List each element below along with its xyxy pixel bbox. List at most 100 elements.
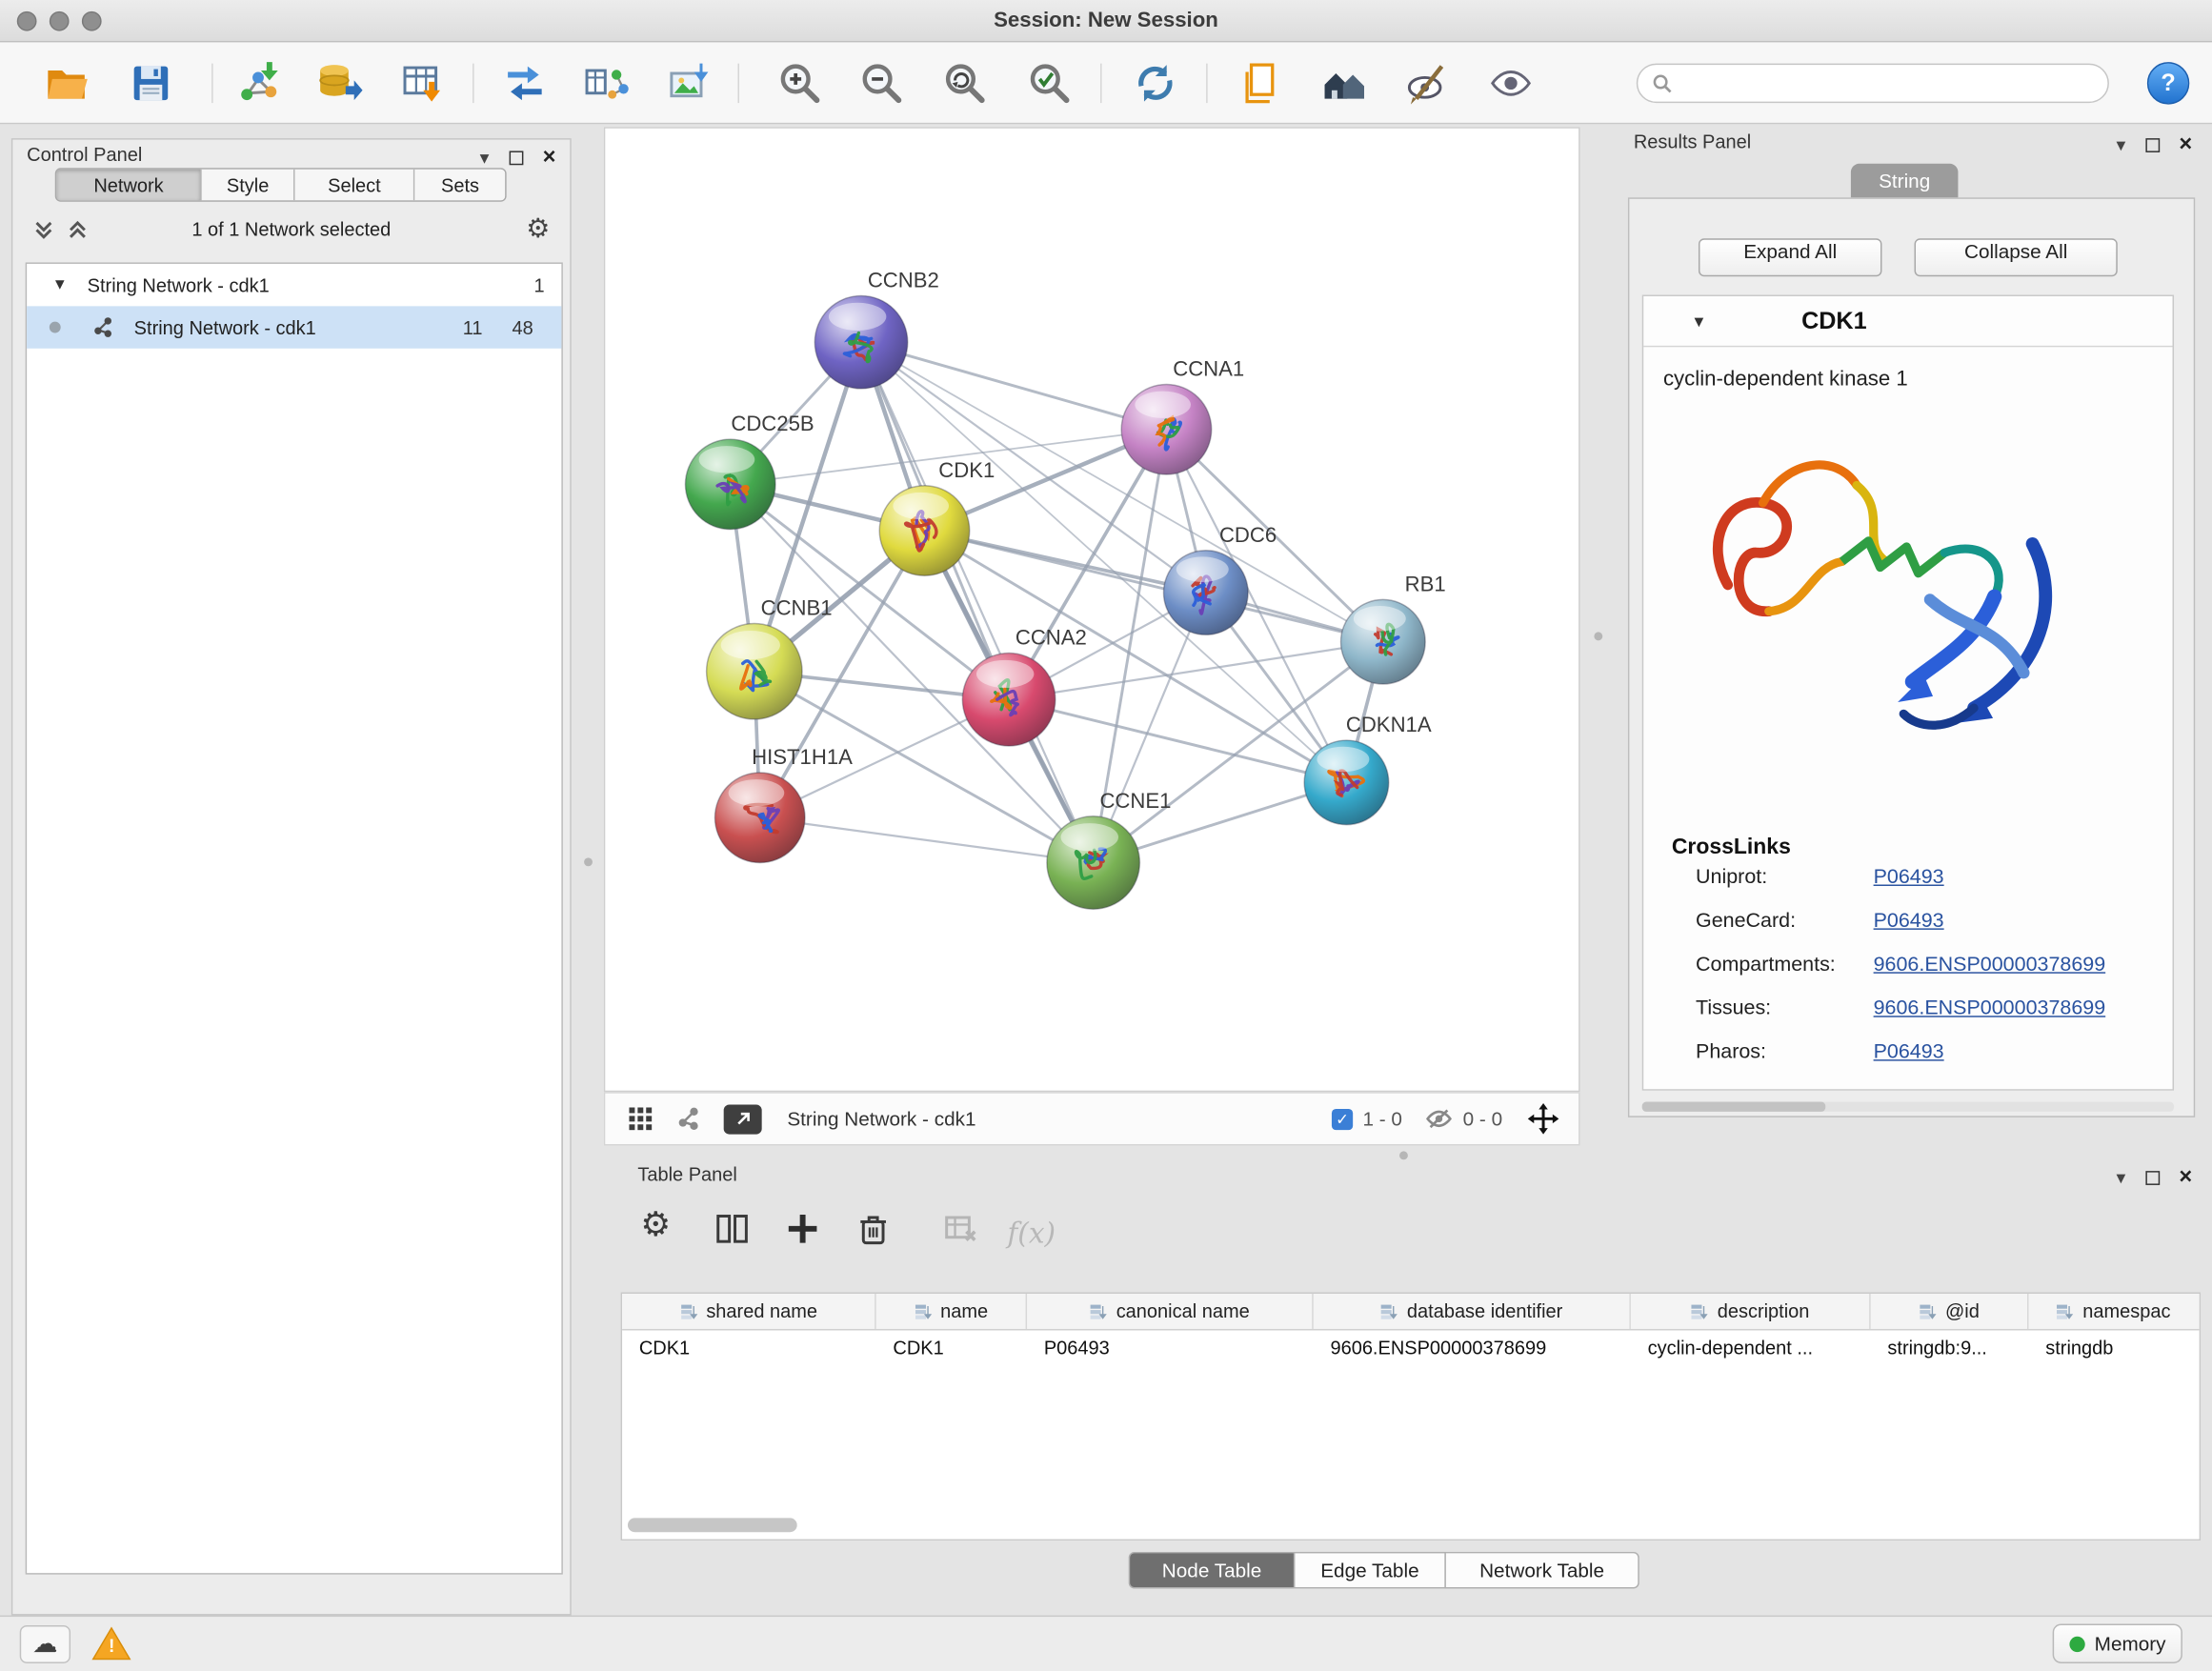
horizontal-scrollbar[interactable] <box>628 1518 797 1532</box>
hidden-items-eye-icon[interactable] <box>1425 1105 1454 1134</box>
table-options-gear-icon[interactable]: ⚙ <box>640 1205 682 1247</box>
zoom-selected-icon[interactable] <box>1026 59 1074 107</box>
open-external-icon[interactable] <box>724 1104 762 1134</box>
show-columns-icon[interactable] <box>714 1211 755 1253</box>
delete-column-icon[interactable] <box>855 1211 896 1253</box>
float-panel-icon[interactable] <box>2145 138 2160 152</box>
network-node[interactable]: CCNB1 <box>707 596 833 719</box>
crosslink-link[interactable]: P06493 <box>1874 1041 1944 1064</box>
column-header[interactable]: database identifier <box>1314 1294 1631 1329</box>
network-node[interactable]: HIST1H1A <box>714 745 853 862</box>
selected-items-checkbox[interactable]: ✓ <box>1332 1108 1353 1129</box>
window-title: Session: New Session <box>0 0 2212 42</box>
birds-eye-view-icon[interactable] <box>1320 59 1368 107</box>
column-header[interactable]: shared name <box>622 1294 876 1329</box>
gene-detail-card: ▾ CDK1 cyclin-dependent kinase 1 <box>1642 295 2174 1091</box>
crosslink-label: Tissues: <box>1696 997 1771 1020</box>
add-column-icon[interactable] <box>784 1211 826 1253</box>
close-panel-icon[interactable]: × <box>543 151 556 165</box>
import-network-database-icon[interactable] <box>314 59 362 107</box>
crosslink-label: Uniprot: <box>1696 866 1767 889</box>
network-node[interactable]: CCNA1 <box>1121 357 1244 474</box>
float-panel-icon[interactable] <box>2145 1171 2160 1185</box>
collapse-panel-icon[interactable]: ▾ <box>2116 1167 2125 1190</box>
crosslink-link[interactable]: 9606.ENSP00000378699 <box>1874 997 2106 1020</box>
memory-status-dot <box>2069 1636 2084 1651</box>
pan-crosshair-icon[interactable] <box>1528 1103 1559 1135</box>
tab-select[interactable]: Select <box>294 170 415 201</box>
network-node[interactable]: CCNB2 <box>814 269 939 389</box>
splitter-handle[interactable] <box>1594 632 1602 640</box>
column-header[interactable]: canonical name <box>1027 1294 1314 1329</box>
float-panel-icon[interactable] <box>509 151 523 165</box>
gene-name: CDK1 <box>1801 308 1867 336</box>
gene-collapse-icon[interactable]: ▾ <box>1695 311 1704 333</box>
copy-document-icon[interactable] <box>1236 59 1283 107</box>
protein-structure-image <box>1678 409 2101 790</box>
network-node[interactable]: RB1 <box>1341 573 1446 684</box>
help-icon[interactable]: ? <box>2147 62 2189 104</box>
tab-network-table[interactable]: Network Table <box>1444 1552 1639 1589</box>
hide-graphics-details-icon[interactable] <box>1403 59 1451 107</box>
control-panel-tabs: Network Style Select Sets <box>55 168 507 202</box>
network-edge[interactable] <box>1009 642 1383 700</box>
network-node[interactable]: CDC6 <box>1163 523 1277 634</box>
grid-view-icon[interactable] <box>628 1106 654 1132</box>
transfer-network-icon[interactable] <box>501 59 549 107</box>
memory-label: Memory <box>2095 1632 2166 1655</box>
network-row-selected[interactable]: String Network - cdk1 11 48 <box>27 306 561 348</box>
tab-node-table[interactable]: Node Table <box>1129 1552 1296 1589</box>
splitter-handle[interactable] <box>1399 1151 1408 1159</box>
memory-button[interactable]: Memory <box>2053 1623 2182 1662</box>
splitter-handle[interactable] <box>584 857 593 866</box>
import-table-icon[interactable] <box>399 59 447 107</box>
network-node[interactable]: CDKN1A <box>1304 713 1432 824</box>
network-node[interactable]: CDK1 <box>879 458 995 575</box>
export-image-icon[interactable] <box>666 59 714 107</box>
warning-icon[interactable]: ! <box>90 1625 135 1663</box>
cloud-icon[interactable]: ☁ <box>20 1625 70 1663</box>
string-results-tab[interactable]: String <box>1851 164 1959 199</box>
search-box[interactable] <box>1637 64 2109 103</box>
column-header[interactable]: @id <box>1871 1294 2029 1329</box>
close-panel-icon[interactable]: × <box>2179 138 2192 152</box>
expand-all-button[interactable]: Expand All <box>1699 238 1882 276</box>
collapse-panel-icon[interactable]: ▾ <box>480 147 490 170</box>
network-canvas[interactable]: CCNB2CCNA1CDC25BCDK1CDC6RB1CCNB1CCNA2CDK… <box>604 127 1580 1092</box>
network-table-icon[interactable] <box>583 59 631 107</box>
network-edge[interactable] <box>861 342 1166 430</box>
network-options-gear-icon[interactable]: ⚙ <box>526 213 550 246</box>
tab-sets[interactable]: Sets <box>415 170 505 201</box>
close-panel-icon[interactable]: × <box>2179 1171 2192 1185</box>
network-collection-row[interactable]: ▼ String Network - cdk1 1 <box>27 264 561 306</box>
network-edge[interactable] <box>760 817 1094 862</box>
collapse-all-button[interactable]: Collapse All <box>1915 238 2118 276</box>
zoom-in-icon[interactable] <box>775 59 823 107</box>
network-edge[interactable] <box>861 342 1094 862</box>
tree-expand-icon[interactable]: ▼ <box>52 276 68 293</box>
open-session-icon[interactable] <box>42 59 90 107</box>
show-graphics-details-icon[interactable] <box>1487 59 1535 107</box>
collapse-panel-icon[interactable]: ▾ <box>2116 134 2125 157</box>
search-input[interactable] <box>1681 72 2093 93</box>
column-header[interactable]: name <box>876 1294 1027 1329</box>
save-session-icon[interactable] <box>127 59 174 107</box>
network-edge[interactable] <box>754 342 861 672</box>
crosslink-link[interactable]: 9606.ENSP00000378699 <box>1874 954 2106 976</box>
network-edge[interactable] <box>924 531 1382 642</box>
column-header[interactable]: namespac <box>2028 1294 2198 1329</box>
results-scrollbar[interactable] <box>1642 1102 2174 1112</box>
crosslink-link[interactable]: P06493 <box>1874 910 1944 933</box>
tab-network[interactable]: Network <box>56 170 202 201</box>
tab-edge-table[interactable]: Edge Table <box>1294 1552 1446 1589</box>
crosslink-link[interactable]: P06493 <box>1874 866 1944 889</box>
tab-style[interactable]: Style <box>202 170 294 201</box>
network-view-icon[interactable] <box>675 1106 701 1132</box>
network-node[interactable]: CDC25B <box>685 412 814 529</box>
column-header[interactable]: description <box>1631 1294 1871 1329</box>
zoom-out-icon[interactable] <box>857 59 905 107</box>
zoom-fit-icon[interactable] <box>941 59 989 107</box>
refresh-layout-icon[interactable] <box>1132 59 1179 107</box>
table-row[interactable]: CDK1 CDK1 P06493 9606.ENSP00000378699 cy… <box>622 1330 2200 1367</box>
import-network-file-icon[interactable] <box>234 59 282 107</box>
